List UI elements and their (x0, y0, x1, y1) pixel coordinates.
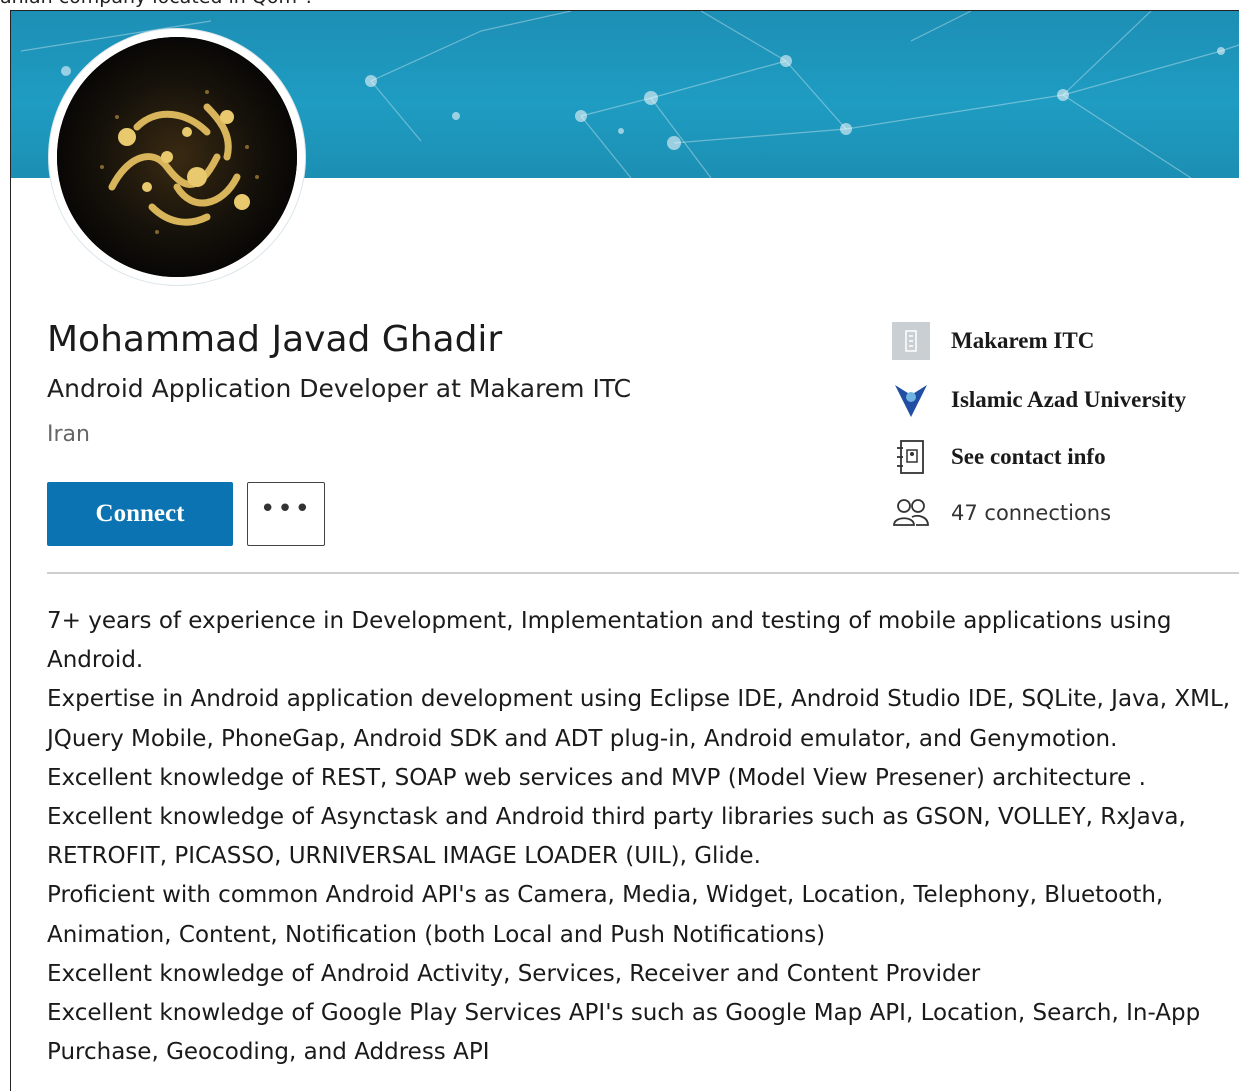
profile-avatar[interactable] (49, 29, 305, 285)
company-name: Makarem ITC (951, 328, 1095, 353)
contact-book-icon (891, 437, 931, 477)
connect-button[interactable]: Connect (47, 482, 233, 546)
contact-info-link[interactable]: See contact info (891, 437, 1106, 477)
university-logo-icon (891, 380, 931, 420)
summary-line: Excellent knowledge of REST, SOAP web se… (47, 764, 1146, 791)
profile-card: Mohammad Javad Ghadir Android Applicatio… (10, 10, 1239, 1091)
summary-line: Excellent knowledge of Asynctask and And… (47, 804, 1186, 870)
school-name: Islamic Azad University (951, 387, 1187, 412)
profile-location: Iran (47, 422, 90, 447)
profile-summary: 7+ years of experience in Development, I… (47, 602, 1239, 1072)
more-dots-icon: ••• (259, 494, 312, 524)
people-icon (891, 493, 931, 533)
section-divider (47, 572, 1239, 574)
connections-count: 47 connections (951, 501, 1112, 525)
building-icon (891, 321, 931, 361)
summary-line: Excellent knowledge of Google Play Servi… (47, 1000, 1201, 1066)
top-text-snippet: anian company located in Qom". (0, 0, 312, 10)
avatar-calligraphy-image (57, 37, 297, 277)
summary-line: Expertise in Android application develop… (47, 686, 1231, 752)
education-link[interactable]: Islamic Azad University (891, 380, 1186, 420)
summary-line: 7+ years of experience in Development, I… (47, 608, 1172, 674)
more-actions-button[interactable]: ••• (247, 482, 325, 546)
connections-link[interactable]: 47 connections (891, 493, 1111, 533)
summary-line: Excellent knowledge of Android Activity,… (47, 960, 981, 987)
contact-info-label: See contact info (951, 444, 1106, 469)
profile-headline: Android Application Developer at Makarem… (47, 374, 632, 403)
summary-line: Proficient with common Android API's as … (47, 882, 1164, 948)
current-company-link[interactable]: Makarem ITC (891, 321, 1094, 361)
profile-name: Mohammad Javad Ghadir (47, 319, 503, 360)
